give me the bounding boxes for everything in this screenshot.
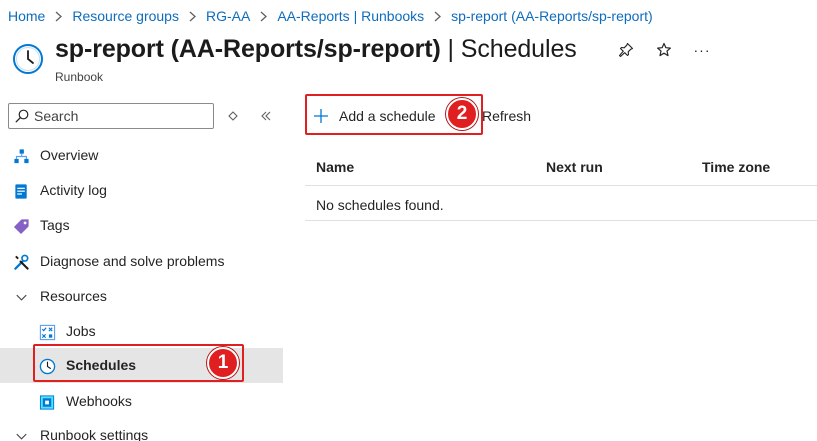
sidebar-search[interactable] [8,103,214,129]
refresh-label: Refresh [482,108,532,124]
expand-collapse-icon[interactable] [225,108,241,124]
chevron-down-icon [12,427,30,441]
clock-icon [12,43,44,75]
sidebar-item-label: Schedules [66,357,137,373]
sidebar-group-runbook-settings[interactable]: Runbook settings [0,418,283,441]
page-title-separator: | [440,35,461,63]
page-subtitle: Runbook [55,70,104,84]
chevron-right-icon [54,11,63,22]
wrench-icon [12,253,30,271]
table-row: No schedules found. [305,186,817,221]
chevron-right-icon [433,11,442,22]
star-icon[interactable] [654,40,674,60]
annotation-badge-2: 2 [446,98,478,130]
table-header: Name Next run Time zone [305,148,817,186]
sidebar-item-overview[interactable]: Overview [0,138,283,173]
tag-icon [12,217,30,235]
sidebar-item-activity-log[interactable]: Activity log [0,173,283,208]
activity-log-icon [12,182,30,200]
sidebar-item-label: Tags [40,217,70,233]
sidebar-item-label: Webhooks [66,393,132,409]
column-header-next-run[interactable]: Next run [546,159,603,175]
jobs-icon [38,323,56,341]
page-title-section: Schedules [460,35,577,63]
add-schedule-label: Add a schedule [339,108,436,124]
pin-icon[interactable] [616,40,636,60]
sidebar-item-label: Jobs [66,323,96,339]
breadcrumb-runbooks[interactable]: AA-Reports | Runbooks [277,8,424,24]
breadcrumb-sp-report[interactable]: sp-report (AA-Reports/sp-report) [451,8,653,24]
page-title-main: sp-report (AA-Reports/sp-report) [55,35,441,63]
sidebar-item-label: Overview [40,147,99,163]
sidebar-item-label: Diagnose and solve problems [40,253,225,269]
sidebar-item-schedules[interactable]: Schedules [0,348,283,383]
sidebar-item-label: Runbook settings [40,427,149,441]
sidebar-item-label: Resources [40,288,107,304]
breadcrumb-home[interactable]: Home [8,8,45,24]
annotation-badge-1: 1 [207,347,239,379]
chevron-right-icon [188,11,197,22]
webhook-icon [38,393,56,411]
search-icon [15,109,29,123]
chevron-down-icon [12,288,30,306]
page-title: sp-report (AA-Reports/sp-report) | Sched… [55,35,577,64]
refresh-button[interactable]: Refresh [482,104,531,128]
column-header-name[interactable]: Name [316,159,354,175]
collapse-sidebar-icon[interactable] [258,108,274,124]
sidebar-item-diagnose[interactable]: Diagnose and solve problems [0,244,283,279]
more-icon[interactable]: ··· [692,40,712,60]
add-schedule-button[interactable]: Add a schedule [313,104,436,128]
breadcrumb-rg-aa[interactable]: RG-AA [206,8,250,24]
breadcrumb: Home Resource groups RG-AA AA-Reports | … [8,6,653,26]
overview-icon [12,147,30,165]
breadcrumb-resource-groups[interactable]: Resource groups [72,8,179,24]
empty-state-message: No schedules found. [316,197,444,213]
add-icon [314,109,328,123]
title-actions: ··· [616,40,712,60]
clock-icon [38,357,56,375]
sidebar-item-webhooks[interactable]: Webhooks [0,384,283,419]
sidebar-item-tags[interactable]: Tags [0,208,283,243]
sidebar-group-resources[interactable]: Resources [0,279,283,314]
sidebar-item-label: Activity log [40,182,107,198]
chevron-right-icon [259,11,268,22]
search-input[interactable] [34,108,204,124]
sidebar-item-jobs[interactable]: Jobs [0,314,283,349]
column-header-time-zone[interactable]: Time zone [702,159,770,175]
schedules-table: Name Next run Time zone No schedules fou… [305,148,817,221]
